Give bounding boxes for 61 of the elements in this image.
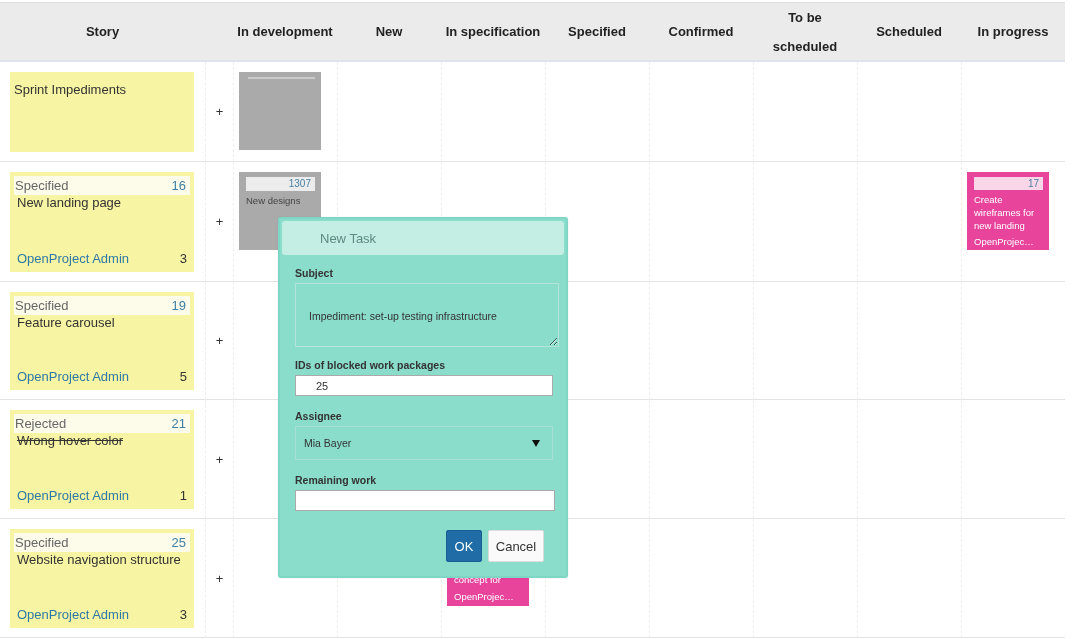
story-card[interactable]: Rejected 21 Wrong hover color OpenProject Admin 1	[10, 410, 194, 509]
subject-field[interactable]: Impediment: set-up testing infrastructure	[295, 283, 559, 347]
assignee-link[interactable]: OpenProject Admin	[17, 251, 129, 266]
column-header: Specified	[545, 2, 649, 62]
story-title: Wrong hover color	[16, 433, 124, 449]
column-header: In progress	[961, 2, 1065, 62]
story-title: Feature carousel	[16, 315, 116, 331]
story-card[interactable]: Specified 19 Feature carousel OpenProject Admin 5	[10, 292, 194, 390]
story-points: 5	[179, 369, 187, 384]
task-card[interactable]	[239, 72, 321, 150]
selected-value: Mia Bayer	[304, 437, 352, 449]
column-header: In specification	[441, 2, 545, 62]
story-card[interactable]: Sprint Impediments	[10, 72, 194, 152]
story-status: Specified	[15, 298, 69, 313]
story-points: 1	[179, 488, 187, 503]
add-task-button[interactable]: +	[215, 570, 224, 586]
dialog-title: New Task	[282, 221, 564, 255]
story-id: 25	[171, 535, 186, 550]
task-text: New designs	[246, 194, 302, 207]
story-title: Website navigation structure	[16, 552, 182, 568]
story-status: Specified	[15, 178, 69, 193]
assignee-link[interactable]: OpenProject Admin	[17, 488, 129, 503]
story-points: 3	[179, 607, 187, 622]
add-task-button[interactable]: +	[215, 451, 224, 467]
add-task-button[interactable]: +	[215, 333, 224, 348]
field-label: Subject	[295, 267, 334, 279]
column-header: To be scheduled	[753, 2, 857, 62]
task-id: 17	[974, 177, 1043, 190]
story-card[interactable]: Specified 16 New landing page OpenProject Admin 3	[10, 172, 194, 272]
story-title: New landing page	[16, 195, 123, 211]
task-id: 1307	[246, 177, 315, 191]
column-header: Story	[0, 2, 205, 62]
story-card[interactable]: Specified 25 Website navigation structure OpenProject Admin 3	[10, 529, 194, 628]
story-status: Rejected	[15, 416, 67, 431]
input-field[interactable]: 25	[295, 375, 553, 396]
task-text: OpenProjec…	[454, 590, 515, 603]
field-label: Remaining work	[295, 474, 378, 486]
add-task-button[interactable]: +	[215, 214, 224, 229]
cancel-button[interactable]: Cancel	[488, 530, 544, 562]
ok-button[interactable]: OK	[446, 530, 482, 562]
assignee-dropdown[interactable]: Mia Bayer	[295, 426, 553, 460]
caret-icon	[532, 439, 540, 447]
input-field[interactable]	[295, 490, 555, 511]
task-card[interactable]: 17 Create wireframes for new landing OpenProjec…	[967, 172, 1049, 250]
assignee-link[interactable]: OpenProject Admin	[17, 369, 129, 384]
assignee-link[interactable]: OpenProject Admin	[17, 607, 129, 622]
column-header: Confirmed	[649, 2, 753, 62]
column-header: Scheduled	[857, 2, 961, 62]
story-points: 3	[179, 251, 187, 266]
column-header: New	[337, 2, 441, 62]
field-label: IDs of blocked work packages	[295, 359, 446, 371]
story-id: 16	[171, 178, 186, 193]
story-status: Specified	[15, 535, 69, 550]
column-header: In development	[233, 2, 337, 62]
field-label: Assignee	[295, 410, 343, 422]
story-title: Sprint Impediments	[14, 81, 127, 97]
story-id: 21	[171, 416, 186, 431]
task-text: OpenProjec…	[974, 235, 1035, 248]
add-task-button[interactable]: +	[215, 104, 224, 119]
story-id: 19	[171, 298, 186, 313]
task-text: Create wireframes for new landing	[974, 193, 1036, 232]
